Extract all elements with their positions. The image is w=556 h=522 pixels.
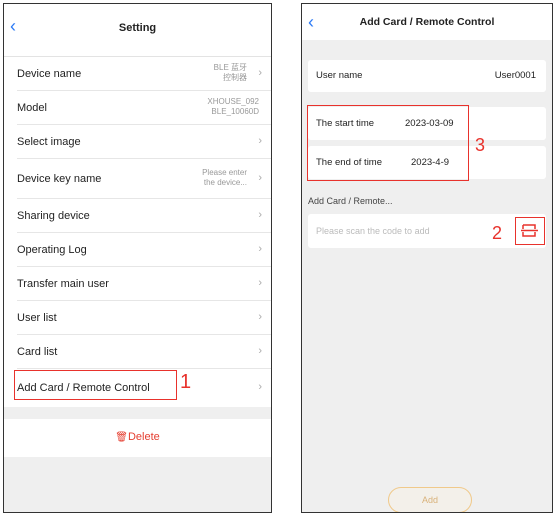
add-card-screen: ‹ Add Card / Remote Control User name Us…: [301, 3, 553, 513]
annotation-highlight-box-3: [307, 105, 469, 181]
setting-row-device-name[interactable]: Device name BLE 蓝牙 控制器 ›: [4, 57, 271, 91]
add-card-header: ‹ Add Card / Remote Control: [302, 4, 552, 40]
chevron-right-icon: ›: [258, 311, 262, 323]
scan-button[interactable]: [515, 217, 545, 245]
trash-icon: 🗑: [115, 432, 128, 443]
setting-header: ‹ Setting: [4, 4, 271, 57]
scan-code-input[interactable]: Please scan the code to add: [308, 214, 546, 248]
add-button[interactable]: Add: [388, 487, 472, 512]
setting-row-operating-log[interactable]: Operating Log ›: [4, 233, 271, 267]
setting-row-device-key-name[interactable]: Device key name Please enter the device..…: [4, 159, 271, 199]
setting-screen: ‹ Setting Device name BLE 蓝牙 控制器 › Model …: [3, 3, 272, 513]
page-title: Add Card / Remote Control: [359, 16, 495, 28]
model-value: XHOUSE_092 BLE_10060D: [207, 97, 259, 116]
chevron-right-icon: ›: [258, 135, 262, 147]
delete-button[interactable]: 🗑Delete: [4, 419, 271, 457]
device-key-name-placeholder: Please enter the device...: [202, 168, 247, 187]
setting-row-model: Model XHOUSE_092 BLE_10060D: [4, 91, 271, 125]
setting-row-sharing-device[interactable]: Sharing device ›: [4, 199, 271, 233]
chevron-right-icon: ›: [258, 381, 262, 393]
scan-icon: [521, 224, 538, 237]
chevron-right-icon: ›: [258, 209, 262, 221]
chevron-right-icon: ›: [258, 345, 262, 357]
annotation-number-3: 3: [475, 135, 486, 155]
annotation-number-1: 1: [180, 371, 192, 393]
user-name-row: User name User0001: [308, 60, 546, 92]
annotation-number-2: 2: [492, 223, 503, 243]
setting-row-transfer-main-user[interactable]: Transfer main user ›: [4, 267, 271, 301]
user-name-value: User0001: [494, 70, 536, 81]
page-title: Setting: [118, 22, 157, 34]
chevron-right-icon: ›: [258, 277, 262, 289]
setting-row-user-list[interactable]: User list ›: [4, 301, 271, 335]
device-name-value: BLE 蓝牙 控制器: [213, 63, 247, 82]
setting-row-select-image[interactable]: Select image ›: [4, 125, 271, 159]
chevron-right-icon: ›: [258, 172, 262, 184]
setting-row-card-list[interactable]: Card list ›: [4, 335, 271, 369]
chevron-right-icon: ›: [258, 67, 262, 79]
annotation-highlight-box-1: [14, 370, 177, 400]
chevron-right-icon: ›: [258, 243, 262, 255]
add-card-section-label: Add Card / Remote...: [308, 196, 393, 206]
